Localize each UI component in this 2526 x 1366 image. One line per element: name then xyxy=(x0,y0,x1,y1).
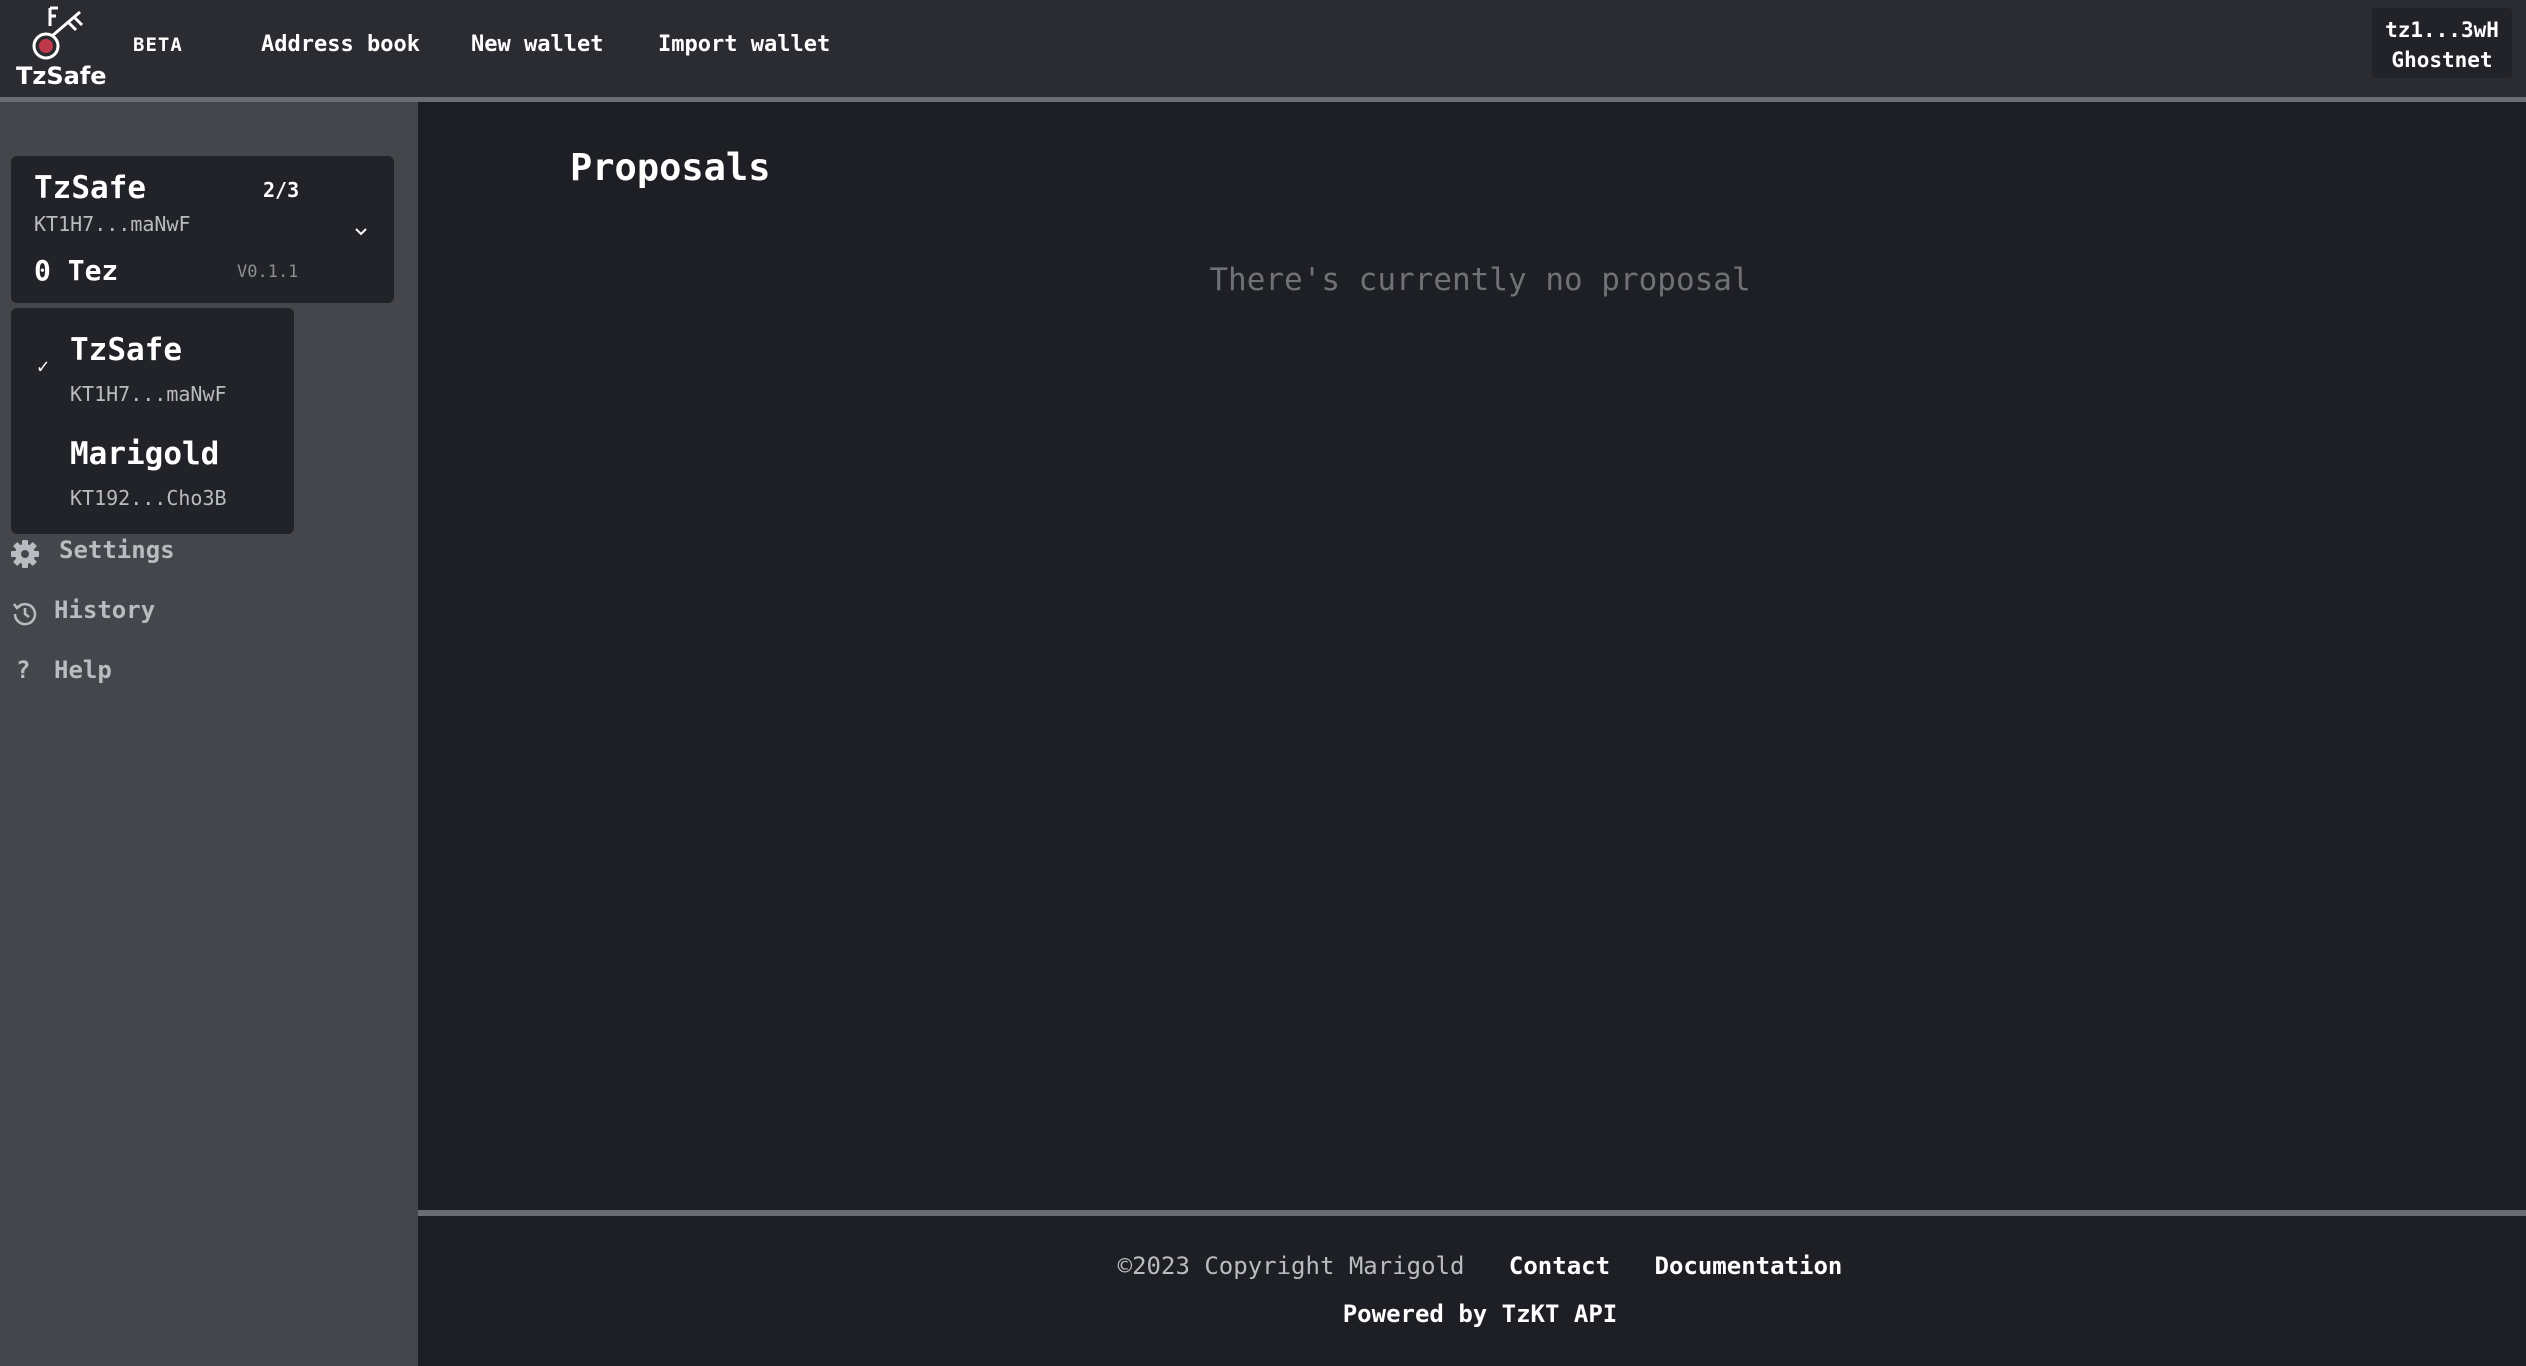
dropdown-item-address: KT192...Cho3B xyxy=(70,486,227,510)
sidebar-item-help[interactable]: ? Help xyxy=(0,652,300,692)
main-content: Proposals There's currently no proposal xyxy=(418,102,2526,1212)
chevron-down-icon[interactable] xyxy=(351,222,371,242)
logo-key-icon xyxy=(32,6,84,60)
sidebar-item-history[interactable]: History xyxy=(0,592,300,632)
wallet-dropdown: ✓ TzSafe KT1H7...maNwF Marigold KT192...… xyxy=(11,308,294,534)
sidebar-item-label: Settings xyxy=(59,536,175,564)
beta-badge: BETA xyxy=(133,34,183,56)
help-icon: ? xyxy=(16,656,31,684)
gear-icon xyxy=(11,540,39,568)
nav-import-wallet[interactable]: Import wallet xyxy=(658,32,830,57)
history-icon xyxy=(13,602,37,626)
wallet-selector[interactable]: TzSafe 2/3 KT1H7...maNwF 0 Tez V0.1.1 xyxy=(11,156,394,303)
copyright-text: ©2023 Copyright Marigold xyxy=(1117,1252,1465,1280)
sidebar-item-label: Help xyxy=(54,656,112,684)
logo-text: TzSafe xyxy=(16,62,107,90)
nav-new-wallet[interactable]: New wallet xyxy=(471,32,603,57)
sidebar-item-settings[interactable]: Settings xyxy=(0,532,300,572)
wallet-name: TzSafe xyxy=(34,170,146,206)
tzsafe-logo[interactable]: TzSafe xyxy=(14,4,107,94)
wallet-balance: 0 Tez xyxy=(34,254,119,287)
footer: ©2023 Copyright Marigold Contact Documen… xyxy=(418,1210,2526,1366)
documentation-link[interactable]: Documentation xyxy=(1655,1252,1843,1280)
dropdown-item-tzsafe[interactable]: ✓ TzSafe KT1H7...maNwF xyxy=(11,308,294,408)
wallet-version: V0.1.1 xyxy=(237,262,299,282)
dropdown-item-marigold[interactable]: Marigold KT192...Cho3B xyxy=(11,408,294,510)
dropdown-item-name: Marigold xyxy=(70,436,220,472)
powered-by-text: Powered by TzKT API xyxy=(1342,1300,1618,1328)
account-address: tz1...3wH xyxy=(2385,18,2499,42)
page-title: Proposals xyxy=(570,146,771,189)
nav-address-book[interactable]: Address book xyxy=(261,32,420,57)
sidebar: TzSafe 2/3 KT1H7...maNwF 0 Tez V0.1.1 ✓ … xyxy=(0,102,418,1366)
check-icon: ✓ xyxy=(37,354,50,378)
dropdown-item-address: KT1H7...maNwF xyxy=(70,382,227,406)
contact-link[interactable]: Contact xyxy=(1509,1252,1610,1280)
sidebar-item-label: History xyxy=(54,596,156,624)
network-label: Ghostnet xyxy=(2391,48,2493,72)
wallet-address: KT1H7...maNwF xyxy=(34,212,191,236)
empty-proposals-message: There's currently no proposal xyxy=(1209,262,1751,298)
dropdown-item-name: TzSafe xyxy=(70,332,182,368)
wallet-threshold: 2/3 xyxy=(263,178,300,202)
top-header: TzSafe BETA Address book New wallet Impo… xyxy=(0,0,2526,102)
account-button[interactable]: tz1...3wH Ghostnet xyxy=(2372,8,2512,78)
